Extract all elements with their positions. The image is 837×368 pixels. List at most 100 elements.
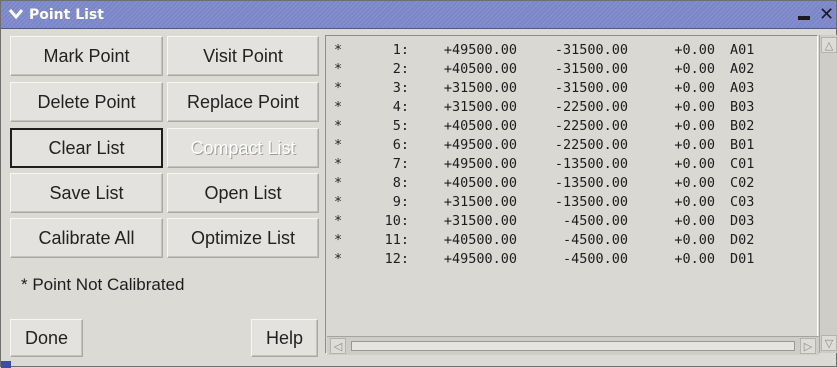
point-index: 4: (392, 99, 409, 115)
point-y: -22500.00 (554, 99, 628, 115)
point-label: C01 (730, 156, 755, 172)
point-y: -31500.00 (554, 80, 628, 96)
point-index: 8: (392, 175, 409, 191)
scroll-left-icon[interactable]: ◁ (330, 338, 346, 354)
point-label: A01 (730, 42, 755, 58)
done-button[interactable]: Done (10, 319, 83, 357)
uncalibrated-flag: * (334, 156, 343, 172)
point-x: +49500.00 (443, 137, 517, 153)
point-index: 1: (392, 42, 409, 58)
point-z: +0.00 (674, 42, 715, 58)
point-label: D03 (730, 213, 755, 229)
point-label: C02 (730, 175, 755, 191)
point-x: +40500.00 (443, 61, 517, 77)
horizontal-scrollbar[interactable]: ◁ ▷ (327, 336, 819, 355)
point-z: +0.00 (674, 99, 715, 115)
optimize-list-button[interactable]: Optimize List (167, 218, 319, 258)
point-index: 12: (384, 251, 409, 267)
list-item[interactable]: * 4: +31500.00 -22500.00 +0.00 B03 (331, 98, 819, 117)
minimize-icon[interactable] (793, 6, 815, 24)
point-y: -22500.00 (554, 137, 628, 153)
point-index: 7: (392, 156, 409, 172)
uncalibrated-flag: * (334, 99, 343, 115)
list-item[interactable]: * 7: +49500.00 -13500.00 +0.00 C01 (331, 155, 819, 174)
uncalibrated-flag: * (334, 118, 343, 134)
list-item[interactable]: * 3: +31500.00 -31500.00 +0.00 A03 (331, 79, 819, 98)
point-y: -4500.00 (562, 251, 628, 267)
point-index: 11: (384, 232, 409, 248)
point-x: +49500.00 (443, 42, 517, 58)
point-y: -4500.00 (562, 213, 628, 229)
list-item[interactable]: * 8: +40500.00 -13500.00 +0.00 C02 (331, 174, 819, 193)
uncalibrated-flag: * (334, 251, 343, 267)
point-z: +0.00 (674, 232, 715, 248)
uncalibrated-flag: * (334, 80, 343, 96)
list-item[interactable]: * 5: +40500.00 -22500.00 +0.00 B02 (331, 117, 819, 136)
visit-point-button[interactable]: Visit Point (167, 36, 319, 76)
point-z: +0.00 (674, 156, 715, 172)
uncalibrated-flag: * (334, 232, 343, 248)
close-icon[interactable]: ✕ (819, 5, 837, 25)
point-index: 3: (392, 80, 409, 96)
compact-list-button: Compact List (167, 128, 319, 168)
point-x: +31500.00 (443, 213, 517, 229)
point-z: +0.00 (674, 118, 715, 134)
window-title: Point List (29, 7, 104, 23)
point-label: D01 (730, 251, 755, 267)
list-item[interactable]: * 11: +40500.00 -4500.00 +0.00 D02 (331, 231, 819, 250)
point-x: +49500.00 (443, 251, 517, 267)
scroll-down-icon[interactable]: ▽ (821, 335, 837, 351)
uncalibrated-flag: * (334, 61, 343, 77)
point-y: -22500.00 (554, 118, 628, 134)
uncalibrated-flag: * (334, 194, 343, 210)
uncalibrated-legend: * Point Not Calibrated (21, 275, 185, 294)
point-z: +0.00 (674, 251, 715, 267)
uncalibrated-flag: * (334, 42, 343, 58)
uncalibrated-flag: * (334, 137, 343, 153)
point-y: -31500.00 (554, 42, 628, 58)
point-x: +49500.00 (443, 156, 517, 172)
point-label: A02 (730, 61, 755, 77)
save-list-button[interactable]: Save List (10, 173, 163, 213)
point-list-window: Point List ✕ Mark Point Visit Point Dele… (0, 0, 837, 368)
clear-list-button[interactable]: Clear List (10, 128, 163, 168)
point-index: 10: (384, 213, 409, 229)
point-z: +0.00 (674, 175, 715, 191)
point-z: +0.00 (674, 137, 715, 153)
replace-point-button[interactable]: Replace Point (167, 82, 319, 122)
chevron-down-icon[interactable] (7, 6, 25, 22)
point-index: 2: (392, 61, 409, 77)
vertical-scrollbar[interactable]: △ ▽ (819, 35, 837, 353)
point-y: -4500.00 (562, 232, 628, 248)
point-rows: * 1: +49500.00 -31500.00 +0.00 A01 * 2: … (331, 38, 819, 308)
point-x: +40500.00 (443, 232, 517, 248)
uncalibrated-flag: * (334, 175, 343, 191)
scroll-right-icon[interactable]: ▷ (800, 338, 816, 354)
point-label: C03 (730, 194, 755, 210)
point-y: -13500.00 (554, 175, 628, 191)
list-item[interactable]: * 1: +49500.00 -31500.00 +0.00 A01 (331, 41, 819, 60)
horizontal-scroll-thumb[interactable] (351, 341, 795, 351)
point-label: B01 (730, 137, 755, 153)
delete-point-button[interactable]: Delete Point (10, 82, 163, 122)
open-list-button[interactable]: Open List (167, 173, 319, 213)
uncalibrated-flag: * (334, 213, 343, 229)
list-item[interactable]: * 10: +31500.00 -4500.00 +0.00 D03 (331, 212, 819, 231)
help-button[interactable]: Help (251, 319, 318, 357)
point-label: B03 (730, 99, 755, 115)
list-item[interactable]: * 9: +31500.00 -13500.00 +0.00 C03 (331, 193, 819, 212)
point-x: +31500.00 (443, 99, 517, 115)
scroll-up-icon[interactable]: △ (821, 37, 837, 53)
list-item[interactable]: * 6: +49500.00 -22500.00 +0.00 B01 (331, 136, 819, 155)
list-item[interactable]: * 2: +40500.00 -31500.00 +0.00 A02 (331, 60, 819, 79)
point-z: +0.00 (674, 194, 715, 210)
point-x: +31500.00 (443, 80, 517, 96)
point-y: -13500.00 (554, 156, 628, 172)
calibrate-all-button[interactable]: Calibrate All (10, 218, 163, 258)
point-y: -13500.00 (554, 194, 628, 210)
list-item[interactable]: * 12: +49500.00 -4500.00 +0.00 D01 (331, 250, 819, 269)
title-bar[interactable]: Point List ✕ (1, 1, 836, 29)
point-index: 6: (392, 137, 409, 153)
mark-point-button[interactable]: Mark Point (10, 36, 163, 76)
point-index: 5: (392, 118, 409, 134)
